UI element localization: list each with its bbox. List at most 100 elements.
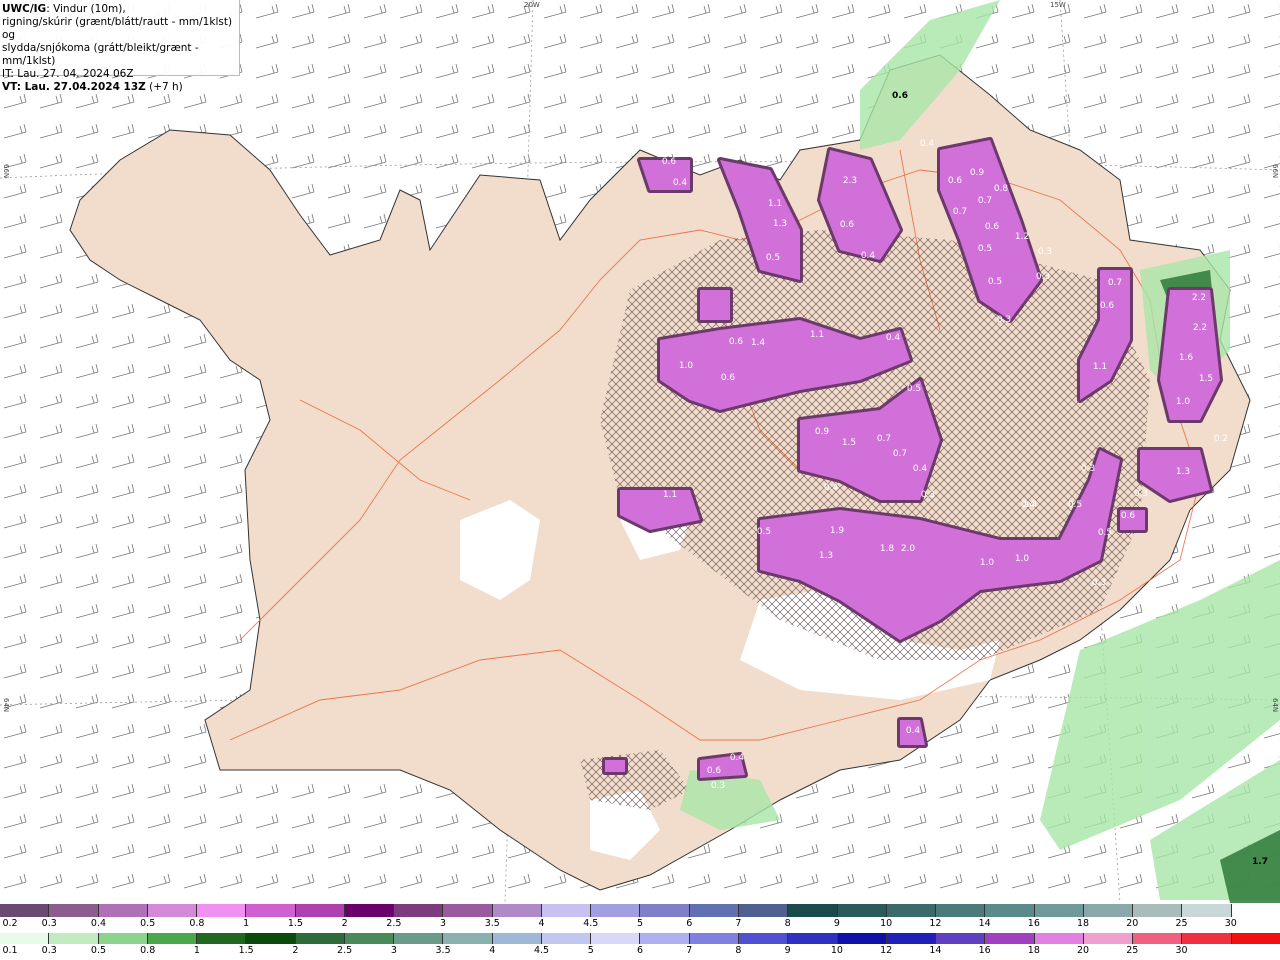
scale-swatch: [246, 904, 296, 917]
scale-swatch: [640, 904, 690, 917]
scale-swatch: [49, 933, 99, 944]
snow-scale-ticks: 0.2 0.3 0.4 0.5 0.8 1 1.5 2 2.5 3 3.5 4 4.5 5 6 7 8 9 10 12…: [0, 918, 1280, 930]
precip-value-label: 0.6: [729, 337, 744, 347]
scale-swatch: [541, 933, 592, 944]
scale-tick-label: 0.5: [140, 918, 156, 929]
scale-tick-label: 16: [978, 945, 991, 956]
precip-value-label: 2.3: [843, 176, 857, 186]
lon-label-15w: 15W: [1050, 1, 1066, 9]
scale-swatch: [591, 904, 641, 917]
precip-value-label: 1.0: [1015, 554, 1030, 564]
scale-tick-label: 12: [880, 945, 893, 956]
lat-label-66n-right: 66N: [1271, 164, 1279, 179]
precip-value-label: 0.3: [711, 781, 725, 791]
precip-value-label: 0.6: [1121, 511, 1136, 521]
model-name: UWC/IG: [2, 3, 47, 15]
precip-value-label: 0.4: [913, 464, 928, 474]
scale-tick-label: 1: [193, 945, 200, 956]
scale-tick-label: 0.4: [90, 918, 107, 929]
precip-value-label: 1.1: [1093, 362, 1107, 372]
scale-tick-label: 25: [1126, 945, 1139, 956]
scale-tick-label: 3.5: [435, 945, 451, 956]
scale-tick-label: 4: [489, 945, 496, 956]
scale-swatch: [344, 904, 395, 917]
precip-value-label: 0.3: [1036, 272, 1050, 282]
precip-value-label: 0.6: [721, 373, 736, 383]
scale-swatch: [985, 933, 1035, 944]
valid-time-offset: (+7 h): [145, 81, 183, 93]
precip-value-label: 1.7: [1252, 857, 1268, 867]
precip-value-label: 1.1: [663, 490, 677, 500]
scale-swatch: [98, 904, 148, 917]
scale-tick-label: 8: [784, 918, 791, 929]
scale-tick-label: 0.2: [2, 918, 18, 929]
scale-tick-label: 1.5: [238, 945, 254, 956]
weather-map[interactable]: 0.6 0.6 0.4 1.1 1.3 0.5 2.3 0.6 0.4 0.4 0.6 0.9 0.8 0…: [0, 0, 1280, 904]
scale-swatch: [541, 904, 592, 917]
scale-swatch: [49, 904, 99, 917]
scale-swatch: [1133, 933, 1183, 944]
precip-value-label: 2.2: [1193, 323, 1207, 333]
scale-swatch: [689, 933, 739, 944]
scale-tick-label: 0.3: [41, 945, 57, 956]
scale-tick-label: 20: [1126, 918, 1139, 929]
precip-value-label: 0.7: [893, 449, 907, 459]
scale-tick-label: 30: [1175, 945, 1188, 956]
scale-swatch: [492, 933, 542, 944]
lat-label-66n-left: 66N: [2, 164, 10, 179]
precip-value-label: 0.5: [1068, 500, 1082, 510]
scale-tick-label: 2.5: [386, 918, 402, 929]
scale-tick-label: 4.5: [533, 945, 550, 956]
scale-tick-label: 18: [1027, 945, 1040, 956]
scale-swatch: [1034, 933, 1084, 944]
precip-value-label: 0.7: [877, 434, 891, 444]
scale-tick-label: 6: [686, 918, 693, 929]
precip-value-label: 0.6: [707, 766, 722, 776]
precip-value-label: 1.0: [679, 361, 694, 371]
lat-label-64n-left: 64N: [2, 698, 10, 713]
rain-color-scale: [0, 933, 1280, 944]
scale-swatch: [197, 933, 247, 944]
valid-time-value: VT: Lau. 27.04.2024 13Z: [2, 81, 146, 93]
precip-value-label: 0.9: [815, 427, 830, 437]
scale-tick-label: 5: [587, 945, 594, 956]
scale-swatch: [1182, 933, 1232, 944]
scale-swatch: [936, 904, 986, 917]
precip-value-label: 0.5: [978, 244, 992, 254]
scale-swatch: [147, 904, 198, 917]
scale-swatch: [147, 933, 198, 944]
precip-value-label: 0.7: [978, 196, 992, 206]
scale-tick-label: 16: [1027, 918, 1040, 929]
scale-tick-label: 2: [292, 945, 299, 956]
valid-time: VT: Lau. 27.04.2024 13Z (+7 h): [2, 81, 237, 94]
scale-swatch: [689, 904, 739, 917]
precip-value-label: 1.3: [1176, 467, 1190, 477]
precip-value-label: 1.3: [819, 551, 833, 561]
precip-value-label: 0.9: [970, 168, 985, 178]
precip-value-label: 0.4: [861, 251, 876, 261]
scale-swatch: [788, 904, 838, 917]
scale-tick-label: 7: [686, 945, 693, 956]
precip-value-label: 0.6: [840, 220, 855, 230]
precip-value-label: 0.4: [886, 333, 901, 343]
precip-value-label: 0.3: [1092, 578, 1106, 588]
precip-value-label: 1.4: [751, 338, 766, 348]
scale-tick-label: 0.3: [41, 918, 57, 929]
scale-swatch: [640, 933, 690, 944]
scale-tick-label: 10: [830, 945, 843, 956]
scale-swatch: [886, 904, 937, 917]
precip-value-label: 1.1: [768, 199, 782, 209]
scale-tick-label: 7: [735, 918, 742, 929]
scale-tick-label: 2.5: [337, 945, 353, 956]
precip-value-label: 1.0: [1176, 397, 1191, 407]
scale-tick-label: 30: [1224, 918, 1237, 929]
precip-value-label: 0.5: [988, 277, 1002, 287]
precip-value-label: 2.0: [901, 544, 916, 554]
scale-swatch: [1083, 904, 1134, 917]
precip-value-label: 0.4: [906, 726, 921, 736]
scale-swatch: [1231, 933, 1280, 944]
precip-value-label: 0.3: [997, 315, 1011, 325]
scale-tick-label: 10: [880, 918, 893, 929]
precip-value-label: 1.6: [1179, 353, 1194, 363]
scale-swatch: [0, 904, 50, 917]
